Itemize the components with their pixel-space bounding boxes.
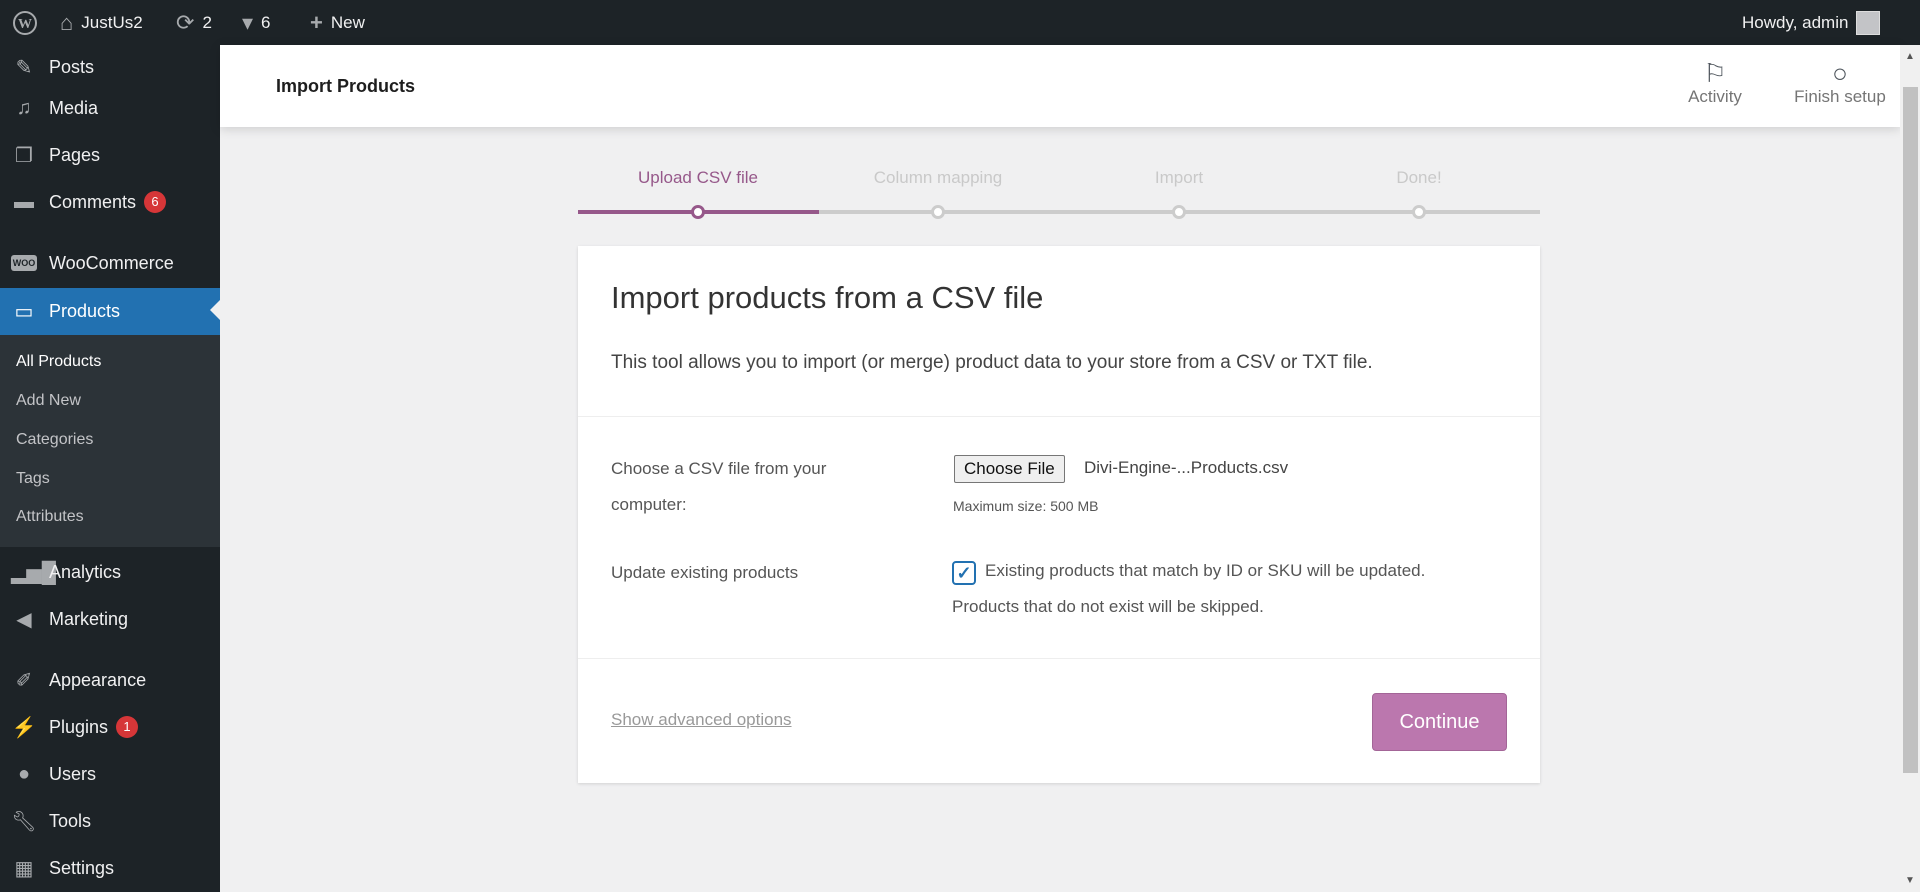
- wordpress-logo[interactable]: W: [12, 0, 38, 45]
- updates-icon: ⟳: [176, 9, 195, 35]
- comment-icon: ▬: [14, 190, 34, 213]
- archive-icon: ▭: [14, 301, 34, 323]
- page-header: Import Products ⚐ Activity ○ Finish setu…: [220, 45, 1900, 127]
- step-dot-3: [1172, 205, 1186, 219]
- submenu-categories[interactable]: Categories: [16, 431, 93, 449]
- flag-icon: ⚐: [1703, 58, 1727, 88]
- activity-button[interactable]: ⚐ Activity: [1675, 59, 1755, 107]
- submenu-add-new[interactable]: Add New: [16, 392, 81, 410]
- woocommerce-icon: WOO: [11, 255, 37, 271]
- update-existing-checkbox[interactable]: ✓: [952, 561, 976, 585]
- choose-file-button[interactable]: Choose File: [954, 455, 1065, 483]
- card-title: Import products from a CSV file: [611, 280, 1044, 315]
- submenu-attributes[interactable]: Attributes: [16, 508, 84, 526]
- submenu-all-products[interactable]: All Products: [16, 353, 101, 371]
- comments-link[interactable]: ▾ 6: [242, 0, 271, 45]
- finish-setup-button[interactable]: ○ Finish setup: [1785, 59, 1895, 107]
- page-title: Import Products: [276, 76, 416, 96]
- max-size-note: Maximum size: 500 MB: [953, 498, 1099, 514]
- plus-icon: +: [310, 9, 323, 35]
- sidebar-item-appearance[interactable]: ✐ Appearance: [0, 658, 220, 702]
- scroll-up-icon[interactable]: ▲: [1905, 51, 1915, 62]
- my-account-link[interactable]: Howdy, admin: [1742, 0, 1881, 45]
- sidebar-item-comments[interactable]: ▬ Comments 6: [0, 180, 220, 224]
- sidebar-item-media[interactable]: ♫ Media: [0, 86, 220, 130]
- step-dot-4: [1412, 205, 1426, 219]
- sidebar-item-posts[interactable]: ✎ Posts: [0, 45, 220, 89]
- comment-icon: ▾: [242, 9, 254, 35]
- update-existing-label: Update existing products: [611, 563, 799, 582]
- user-icon: ●: [17, 762, 31, 785]
- step-dot-1: [691, 205, 705, 219]
- home-icon: ⌂: [60, 9, 74, 35]
- updates-link[interactable]: ⟳ 2: [176, 0, 212, 45]
- megaphone-icon: ◀: [16, 608, 32, 631]
- import-stepper: Upload CSV file Column mapping Import Do…: [578, 168, 1540, 219]
- new-content-link[interactable]: + New: [310, 0, 365, 45]
- divider: [578, 658, 1540, 659]
- current-menu-arrow: [210, 300, 220, 320]
- products-submenu: All Products Add New Categories Tags Att…: [0, 335, 220, 547]
- admin-bar: W ⌂ JustUs2 ⟳ 2 ▾ 6 + New Howdy, admin: [0, 0, 1920, 45]
- continue-button[interactable]: Continue: [1372, 693, 1507, 751]
- sidebar-item-plugins[interactable]: ⚡ Plugins 1: [0, 705, 220, 749]
- sidebar-item-settings[interactable]: ▦ Settings: [0, 846, 220, 890]
- sidebar-item-products[interactable]: ▭ Products: [0, 288, 220, 335]
- update-existing-description-2: Products that do not exist will be skipp…: [952, 597, 1264, 616]
- scroll-thumb[interactable]: [1903, 87, 1918, 773]
- submenu-tags[interactable]: Tags: [16, 470, 50, 488]
- selected-file-name: Divi-Engine-...Products.csv: [1084, 458, 1289, 477]
- media-icon: ♫: [16, 96, 32, 119]
- wrench-icon: 🔧︎: [11, 810, 37, 833]
- pages-icon: ❐: [15, 144, 33, 167]
- plugins-badge: 1: [116, 716, 139, 738]
- sidebar-item-tools[interactable]: 🔧︎ Tools: [0, 799, 220, 843]
- sidebar-item-woocommerce[interactable]: WOO WooCommerce: [0, 241, 220, 285]
- step-upload-csv: Upload CSV file: [637, 168, 758, 187]
- divider: [578, 416, 1540, 417]
- site-name-link[interactable]: ⌂ JustUs2: [60, 0, 143, 45]
- circle-icon: ○: [1832, 58, 1848, 88]
- sidebar-item-marketing[interactable]: ◀ Marketing: [0, 597, 220, 641]
- import-card: Import products from a CSV file This too…: [578, 246, 1540, 783]
- sidebar-item-analytics[interactable]: ▂▅█ Analytics: [0, 550, 220, 594]
- sidebar-item-users[interactable]: ● Users: [0, 752, 220, 796]
- svg-text:W: W: [18, 17, 32, 32]
- show-advanced-options-link[interactable]: Show advanced options: [611, 710, 792, 730]
- admin-sidebar: ✎ Posts ♫ Media ❐ Pages ▬ Comments 6 WOO WooCo…: [0, 45, 220, 892]
- step-done: Done!: [1396, 168, 1442, 187]
- pin-icon: ✎: [15, 56, 33, 79]
- paintbrush-icon: ✐: [15, 669, 33, 692]
- plugin-icon: ⚡: [11, 716, 37, 739]
- settings-icon: ▦: [14, 857, 34, 880]
- step-dot-2: [931, 205, 945, 219]
- file-label: Choose a CSV file from your computer:: [611, 459, 827, 514]
- step-column-mapping: Column mapping: [873, 168, 1003, 187]
- checkmark-icon: ✓: [956, 563, 972, 583]
- wordpress-icon: W: [13, 10, 37, 35]
- comments-badge: 6: [144, 191, 167, 213]
- avatar: [1856, 10, 1881, 35]
- update-existing-description: Existing products that match by ID or SK…: [985, 561, 1426, 580]
- card-description: This tool allows you to import (or merge…: [611, 352, 1373, 373]
- page-scrollbar[interactable]: ▲ ▼: [1900, 45, 1920, 892]
- sidebar-item-pages[interactable]: ❐ Pages: [0, 133, 220, 177]
- scroll-down-icon[interactable]: ▼: [1905, 875, 1915, 886]
- analytics-icon: ▂▅█: [11, 561, 56, 584]
- step-import: Import: [1154, 168, 1204, 187]
